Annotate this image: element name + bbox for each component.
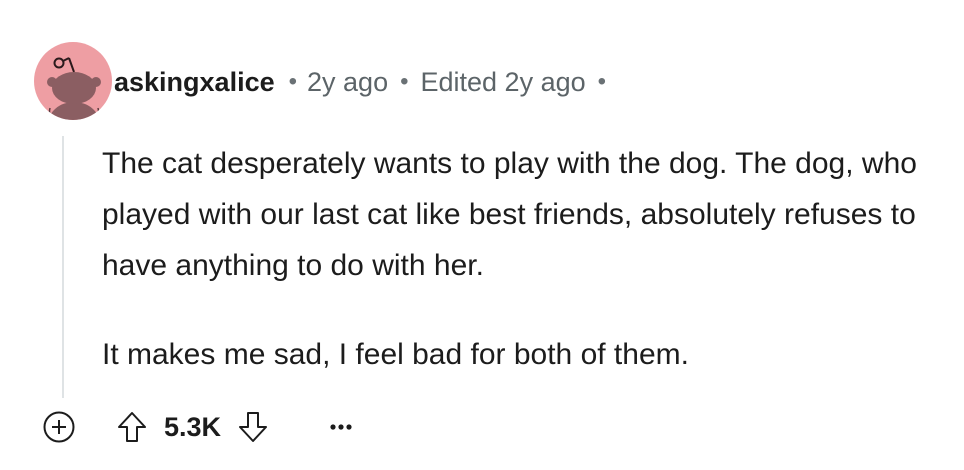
downvote-button[interactable]: [235, 407, 271, 447]
snoo-avatar-icon: [47, 57, 101, 120]
separator-dot: •: [288, 68, 298, 95]
avatar[interactable]: [34, 42, 112, 120]
vote-score: 5.3K: [164, 411, 222, 442]
separator-dot: •: [597, 68, 607, 95]
thread-line[interactable]: [62, 136, 64, 398]
expand-button[interactable]: [40, 408, 78, 446]
upvote-arrow-icon: [118, 412, 146, 442]
comment-paragraph: The cat desperately wants to play with t…: [102, 147, 917, 282]
comment-header: askingxalice • 2y ago • Edited 2y ago •: [114, 64, 618, 100]
edited-label: Edited 2y ago: [420, 66, 586, 97]
username[interactable]: askingxalice: [114, 67, 275, 98]
more-options-icon: [330, 424, 352, 430]
vote-group: 5.3K: [114, 407, 271, 447]
comment-body: The cat desperately wants to play with t…: [102, 138, 952, 380]
comment-paragraph: It makes me sad, I feel bad for both of …: [102, 338, 689, 371]
comment-age: 2y ago: [307, 66, 389, 97]
more-options-button[interactable]: [321, 407, 361, 447]
upvote-button[interactable]: [114, 407, 150, 447]
separator-dot: •: [400, 68, 409, 95]
downvote-arrow-icon: [239, 412, 268, 442]
add-circle-icon: [43, 411, 75, 443]
comment-actions: 5.3K: [40, 404, 361, 450]
